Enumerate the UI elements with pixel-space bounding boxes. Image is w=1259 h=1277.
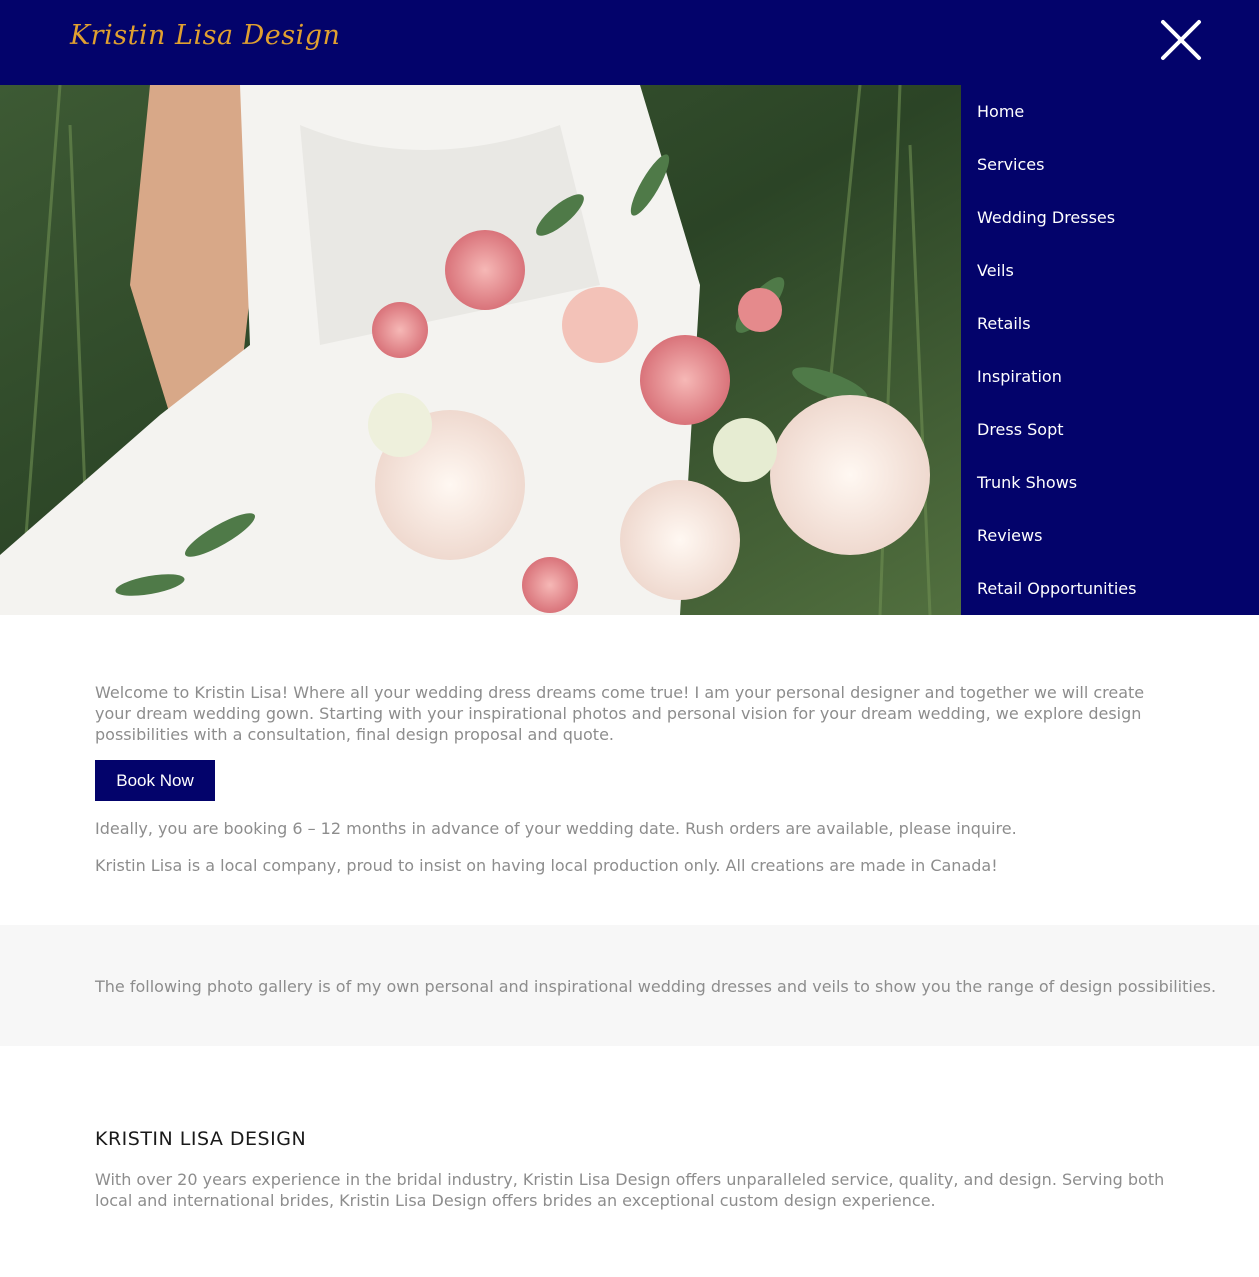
booking-note: Ideally, you are booking 6 – 12 months i… (95, 819, 1017, 838)
nav-item-retails[interactable]: Retails (977, 310, 1031, 338)
book-now-button[interactable]: Book Now (95, 760, 215, 801)
nav-item-services[interactable]: Services (977, 151, 1044, 179)
site-header: Kristin Lisa Design (0, 0, 1259, 85)
close-icon (1161, 20, 1201, 60)
side-nav-menu: Home Services Wedding Dresses Veils Reta… (961, 85, 1259, 615)
nav-item-inspiration[interactable]: Inspiration (977, 363, 1062, 391)
welcome-text: Welcome to Kristin Lisa! Where all your … (95, 683, 1145, 744)
gallery-intro-section: The following photo gallery is of my own… (0, 925, 1259, 1046)
site-logo[interactable]: Kristin Lisa Design (70, 20, 340, 51)
nav-item-reviews[interactable]: Reviews (977, 522, 1042, 550)
nav-item-retail-opportunities[interactable]: Retail Opportunities (977, 575, 1136, 603)
local-production-note: Kristin Lisa is a local company, proud t… (95, 856, 998, 875)
gallery-intro-text: The following photo gallery is of my own… (95, 977, 1217, 996)
nav-item-veils[interactable]: Veils (977, 257, 1014, 285)
hero-image (0, 85, 961, 615)
nav-item-trunk-shows[interactable]: Trunk Shows (977, 469, 1077, 497)
close-menu-button[interactable] (1160, 19, 1202, 61)
nav-item-home[interactable]: Home (977, 98, 1024, 126)
about-title: KRISTIN LISA DESIGN (95, 1128, 307, 1150)
nav-item-wedding-dresses[interactable]: Wedding Dresses (977, 204, 1115, 232)
nav-item-dress-sopt[interactable]: Dress Sopt (977, 416, 1064, 444)
about-text: With over 20 years experience in the bri… (95, 1170, 1165, 1210)
